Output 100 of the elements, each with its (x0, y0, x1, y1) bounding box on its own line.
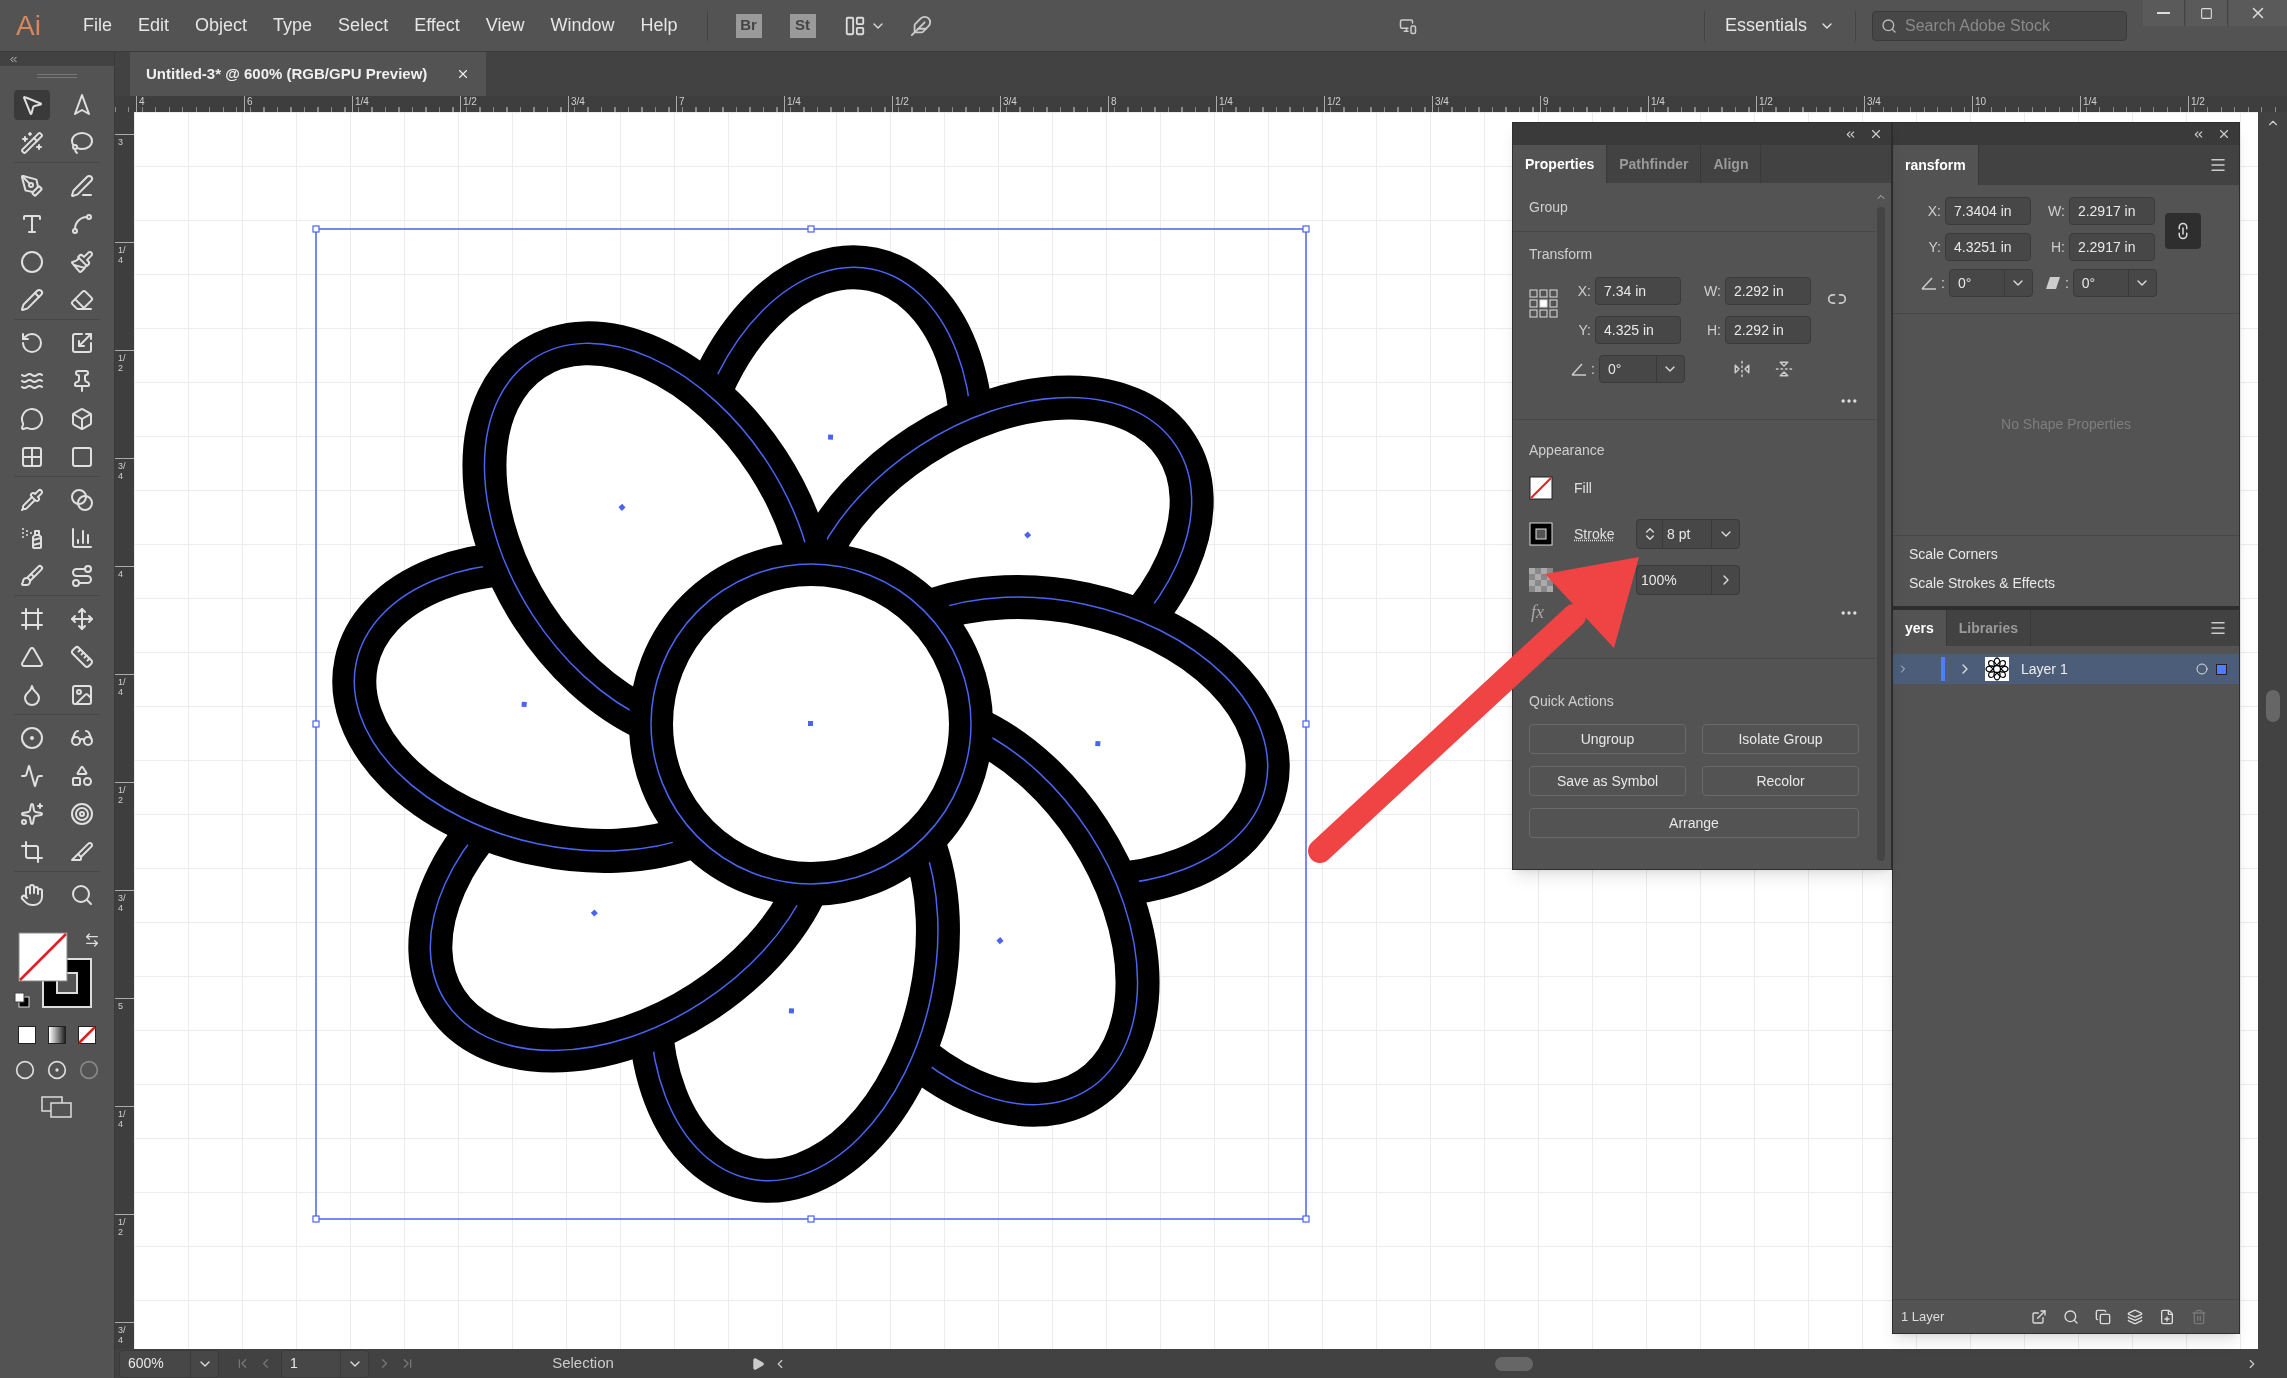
layers-icon[interactable] (2127, 1308, 2143, 1325)
sparkles-icon[interactable] (20, 802, 44, 826)
cube-icon[interactable] (70, 407, 94, 431)
vertical-scrollbar[interactable] (2258, 112, 2287, 1349)
zoom-icon[interactable] (70, 883, 94, 907)
flip-vertical-icon[interactable] (1774, 360, 1793, 378)
none-mode-button[interactable] (78, 1026, 96, 1044)
slice-icon[interactable] (70, 840, 94, 864)
ellipse-icon[interactable] (20, 250, 44, 274)
input-field[interactable]: 7.3404 in (1945, 197, 2031, 225)
dropdown-field[interactable]: 600% (119, 1349, 219, 1378)
menu-item[interactable]: Select (325, 12, 402, 39)
panel-tab[interactable]: ransform (1893, 145, 1979, 185)
stock-button[interactable]: St (789, 13, 816, 38)
scrollbar-thumb[interactable] (2265, 690, 2280, 722)
menu-item[interactable]: Type (260, 12, 326, 39)
gradient-mode-button[interactable] (48, 1026, 66, 1044)
hand-icon[interactable] (20, 883, 44, 907)
image-icon[interactable] (70, 683, 94, 707)
quick-action-button[interactable]: Isolate Group (1702, 724, 1859, 754)
stock-search-field[interactable]: Search Adobe Stock (1872, 10, 2127, 41)
close-icon[interactable] (456, 67, 470, 81)
target-circle-icon[interactable] (2196, 663, 2208, 675)
workspace-switcher[interactable]: Essentials (1704, 12, 1855, 39)
arrange-button[interactable]: Arrange (1529, 808, 1859, 838)
fill-none-swatch[interactable] (1529, 476, 1553, 500)
option-label[interactable]: Scale Corners (1909, 544, 2223, 565)
target-icon[interactable] (70, 802, 94, 826)
default-colors-icon[interactable] (14, 992, 30, 1008)
input-field[interactable]: 4.325 in (1595, 316, 1681, 344)
curve-icon[interactable] (70, 212, 94, 236)
input-field[interactable]: 2.292 in (1724, 316, 1811, 344)
menu-item[interactable]: Effect (401, 12, 473, 39)
rotate-icon[interactable] (20, 331, 44, 355)
input-field[interactable]: 7.34 in (1595, 277, 1681, 305)
play-icon[interactable] (751, 1356, 765, 1371)
close-icon[interactable] (1869, 127, 1883, 141)
feather-icon[interactable] (909, 14, 932, 37)
draw-behind-icon[interactable] (47, 1060, 67, 1080)
effects-icon[interactable]: fx (1529, 599, 1544, 626)
brush-icon[interactable] (20, 564, 44, 588)
frame-icon[interactable] (20, 607, 44, 631)
square-icon[interactable] (70, 445, 94, 469)
panel-tab[interactable]: Properties (1513, 145, 1608, 183)
shapes-icon[interactable] (70, 764, 94, 788)
input-field[interactable]: 2.2917 in (2068, 233, 2155, 261)
menu-item[interactable]: View (472, 12, 538, 39)
dropdown-field[interactable]: 0° (1598, 355, 1685, 383)
minimize-button[interactable] (2143, 0, 2185, 26)
constrain-toggle[interactable] (2164, 213, 2201, 249)
wave-line-icon[interactable] (20, 764, 44, 788)
reference-point-icon[interactable] (1529, 289, 1559, 319)
ruler-icon[interactable] (70, 645, 94, 669)
stroke-link[interactable]: Stroke (1574, 523, 1636, 545)
input-field[interactable]: 2.2917 in (2068, 197, 2155, 225)
artboard-canvas[interactable] (134, 112, 2258, 1349)
menu-item[interactable]: Help (627, 12, 691, 39)
pipette-icon[interactable] (20, 488, 44, 512)
fill-none-swatch[interactable] (18, 932, 68, 982)
menu-item[interactable]: File (70, 12, 125, 39)
magic-wand-icon[interactable] (20, 131, 44, 155)
option-label[interactable]: Scale Strokes & Effects (1909, 573, 2223, 594)
pen-line-icon[interactable] (70, 174, 94, 198)
dropdown-field[interactable]: 0° (1948, 269, 2033, 297)
checkerboard-icon[interactable] (1529, 568, 1553, 592)
scrollbar-thumb[interactable] (1495, 1356, 1533, 1371)
layer-row[interactable]: Layer 1 (1893, 654, 2239, 684)
bridge-button[interactable]: Br (735, 13, 762, 38)
bar-chart-icon[interactable] (70, 526, 94, 550)
menu-item[interactable]: Window (537, 12, 628, 39)
dropdown-field[interactable]: 0° (2072, 269, 2157, 297)
panel-tab[interactable]: yers (1893, 610, 1947, 646)
flip-horizontal-icon[interactable] (1732, 360, 1751, 378)
scale-icon[interactable] (70, 331, 94, 355)
eraser-icon[interactable] (70, 288, 94, 312)
input-field[interactable]: 4.3251 in (1945, 233, 2031, 261)
layer-name[interactable]: Layer 1 (2021, 658, 2196, 680)
pen-icon[interactable] (20, 174, 44, 198)
stroke-swatch[interactable] (1529, 522, 1553, 546)
panel-menu-icon[interactable] (2209, 156, 2227, 174)
quick-action-button[interactable]: Recolor (1702, 766, 1859, 796)
close-icon[interactable] (2217, 127, 2231, 141)
move-icon[interactable] (70, 607, 94, 631)
draw-normal-icon[interactable] (15, 1060, 35, 1080)
crop-icon[interactable] (20, 840, 44, 864)
speech-bubble-icon[interactable] (20, 407, 44, 431)
swap-arrows-icon[interactable] (84, 932, 100, 948)
triangle-icon[interactable] (20, 645, 44, 669)
gpu-performance-icon[interactable] (1398, 16, 1417, 35)
quick-action-button[interactable]: Ungroup (1529, 724, 1686, 754)
dropdown-field[interactable]: 1 (281, 1349, 369, 1378)
text-icon[interactable] (20, 212, 44, 236)
arrange-documents-icon[interactable] (843, 14, 866, 37)
close-window-button[interactable] (2229, 0, 2287, 26)
input-field[interactable]: 2.292 in (1724, 277, 1811, 305)
document-tab[interactable]: Untitled-3* @ 600% (RGB/GPU Preview) (130, 52, 486, 96)
new-layer-icon[interactable] (2159, 1308, 2175, 1325)
circle-dot-icon[interactable] (20, 726, 44, 750)
blend-icon[interactable] (70, 488, 94, 512)
pointer-icon[interactable] (20, 93, 44, 117)
